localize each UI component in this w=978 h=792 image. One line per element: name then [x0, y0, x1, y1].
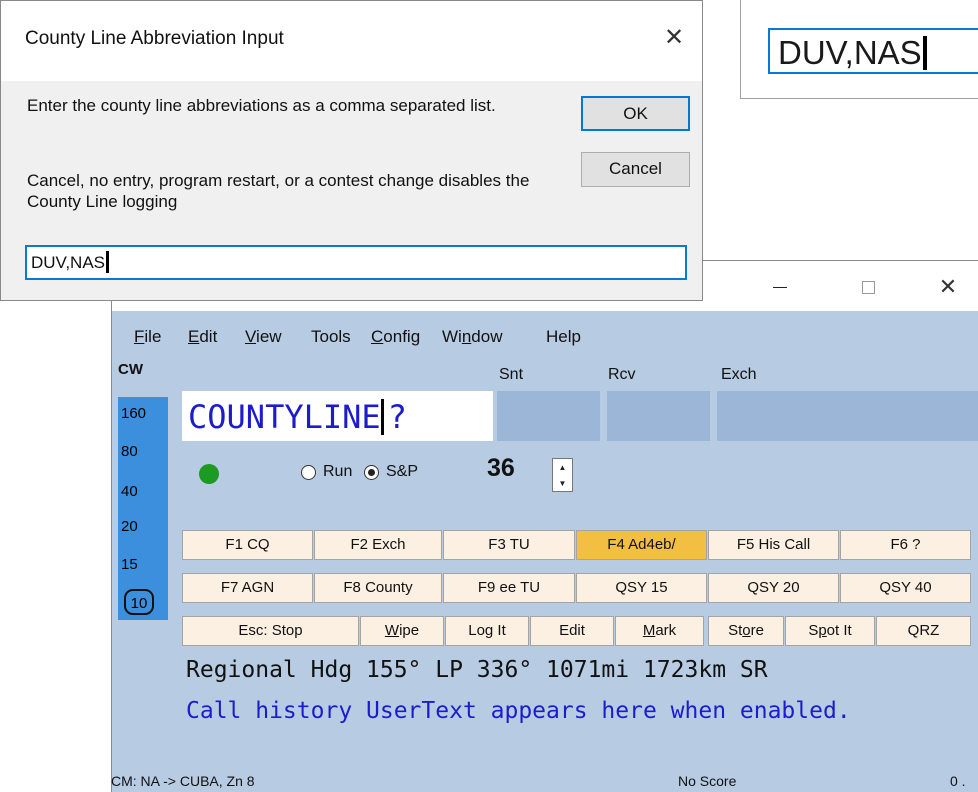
minimize-icon	[773, 287, 787, 289]
spin-down-icon[interactable]: ▼	[554, 476, 571, 491]
rcv-header: Rcv	[608, 366, 636, 383]
zoomed-input-text: DUV,NAS	[778, 34, 922, 71]
f3-button[interactable]: F3 TU	[443, 530, 575, 560]
esc-stop-button[interactable]: Esc: Stop	[182, 616, 359, 646]
status-country: CM: NA -> CUBA, Zn 8	[111, 773, 255, 789]
menu-bar: File Edit View Tools Config Window Help	[112, 323, 978, 351]
wipe-button[interactable]: Wipe	[360, 616, 444, 646]
maximize-icon	[861, 281, 875, 295]
f2-button[interactable]: F2 Exch	[314, 530, 442, 560]
f5-button[interactable]: F5 His Call	[708, 530, 839, 560]
usertext-line: Call history UserText appears here when …	[186, 698, 851, 724]
menu-view[interactable]: View	[245, 327, 282, 347]
f6-button[interactable]: F6 ?	[840, 530, 971, 560]
status-score: No Score	[678, 773, 737, 789]
exch-field[interactable]	[717, 391, 978, 441]
band-15[interactable]: 15	[118, 556, 168, 573]
dialog-close-icon[interactable]: ✕	[659, 23, 689, 53]
menu-edit[interactable]: Edit	[188, 327, 217, 347]
text-cursor	[922, 36, 927, 70]
close-icon: ✕	[938, 274, 958, 299]
sp-radio[interactable]	[364, 465, 379, 480]
status-bar: CM: NA -> CUBA, Zn 8 No Score 0 .	[111, 759, 978, 792]
f7-button[interactable]: F7 AGN	[182, 573, 313, 603]
status-count: 0 .	[950, 773, 966, 789]
snt-header: Snt	[499, 366, 524, 383]
run-label: Run	[323, 463, 353, 480]
run-radio[interactable]	[301, 465, 316, 480]
sp-label: S&P	[386, 463, 419, 480]
heading-info-line: Regional Hdg 155° LP 336° 1071mi 1723km …	[186, 657, 768, 683]
cancel-button[interactable]: Cancel	[581, 152, 690, 187]
snt-field[interactable]	[497, 391, 600, 441]
band-80[interactable]: 80	[118, 443, 168, 460]
f9-button[interactable]: F9 ee TU	[443, 573, 575, 603]
menu-help[interactable]: Help	[546, 327, 581, 347]
log-it-button[interactable]: Log It	[445, 616, 529, 646]
store-button[interactable]: Store	[708, 616, 784, 646]
menu-config[interactable]: Config	[371, 327, 420, 347]
logger-window: ✕ File Edit View Tools Config Window Hel…	[111, 260, 978, 792]
power-value[interactable]: 36	[487, 454, 515, 483]
rcv-field[interactable]	[607, 391, 710, 441]
spin-up-icon[interactable]: ▲	[554, 460, 571, 475]
qrz-button[interactable]: QRZ	[876, 616, 971, 646]
ok-button[interactable]: OK	[581, 96, 690, 131]
f1-button[interactable]: F1 CQ	[182, 530, 313, 560]
band-20[interactable]: 20	[118, 518, 168, 535]
county-abbreviation-input[interactable]: DUV,NAS	[25, 245, 687, 280]
f8-button[interactable]: F8 County	[314, 573, 442, 603]
menu-tools[interactable]: Tools	[311, 327, 351, 347]
mode-label: CW	[118, 361, 143, 378]
text-cursor	[380, 399, 384, 435]
band-40[interactable]: 40	[118, 483, 168, 500]
mark-button[interactable]: Mark	[615, 616, 704, 646]
dialog-title: County Line Abbreviation Input	[25, 28, 284, 49]
spot-it-button[interactable]: Spot It	[785, 616, 875, 646]
callsign-input[interactable]: COUNTYLINE?	[182, 391, 493, 441]
band-selector: 160 80 40 20 15 10	[118, 397, 168, 620]
qsy20-button[interactable]: QSY 20	[708, 573, 839, 603]
maximize-button[interactable]	[848, 269, 888, 305]
qsy40-button[interactable]: QSY 40	[840, 573, 971, 603]
dialog-prompt: Enter the county line abbreviations as a…	[27, 96, 496, 115]
edit-button[interactable]: Edit	[530, 616, 614, 646]
dialog-title-bar: County Line Abbreviation Input ✕	[1, 1, 702, 81]
county-line-dialog: County Line Abbreviation Input ✕ Enter t…	[0, 0, 703, 301]
qsy15-button[interactable]: QSY 15	[576, 573, 707, 603]
minimize-button[interactable]	[760, 269, 800, 305]
band-10-selected[interactable]: 10	[124, 589, 154, 615]
band-160[interactable]: 160	[118, 405, 168, 422]
power-spinner[interactable]: ▲ ▼	[552, 458, 573, 492]
zoomed-input-field: DUV,NAS	[768, 28, 978, 74]
menu-file[interactable]: File	[134, 327, 161, 347]
f4-button[interactable]: F4 Ad4eb/	[576, 530, 707, 560]
zoom-inset: DUV,NAS	[740, 0, 978, 99]
exch-header: Exch	[721, 366, 757, 383]
menu-window[interactable]: Window	[442, 327, 502, 347]
text-cursor	[106, 251, 110, 273]
dialog-note: Cancel, no entry, program restart, or a …	[27, 171, 530, 211]
close-window-button[interactable]: ✕	[928, 269, 968, 305]
status-indicator	[199, 464, 219, 484]
